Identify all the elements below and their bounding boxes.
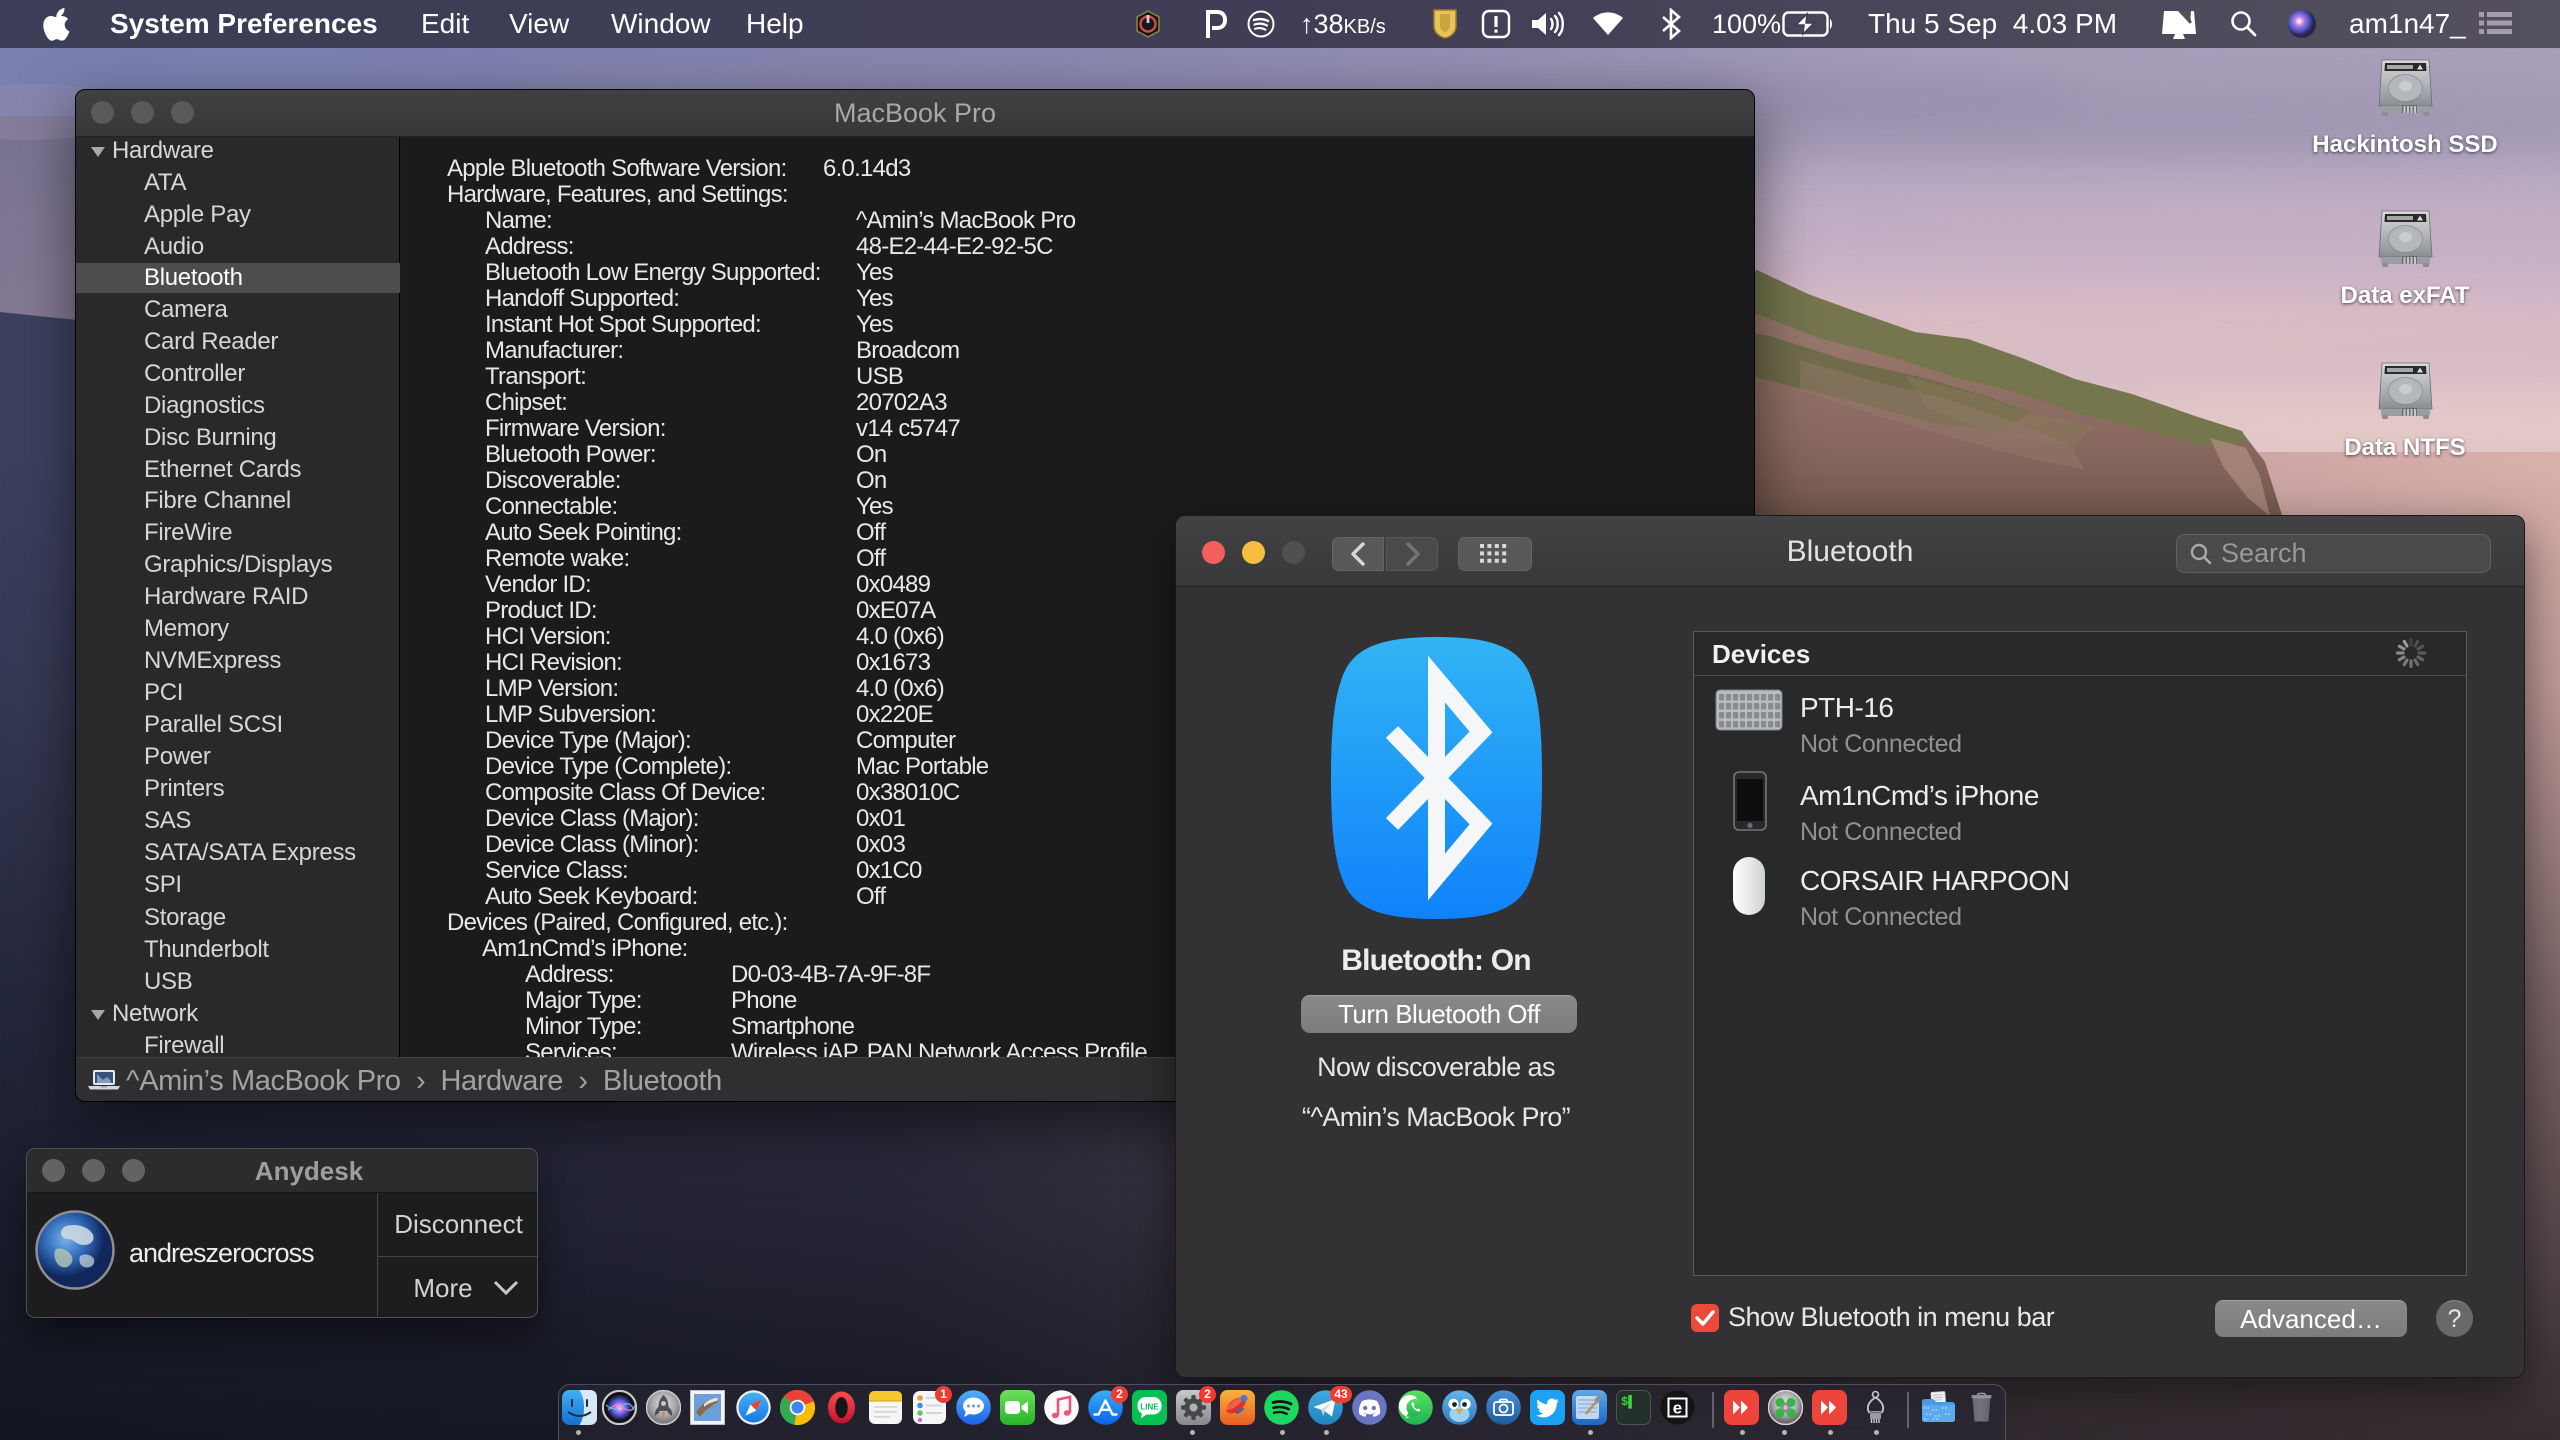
svg-text:LINE: LINE [1140, 1403, 1159, 1412]
svg-text:e: e [1673, 1399, 1682, 1418]
svg-text:$▌: $▌ [1621, 1395, 1635, 1409]
